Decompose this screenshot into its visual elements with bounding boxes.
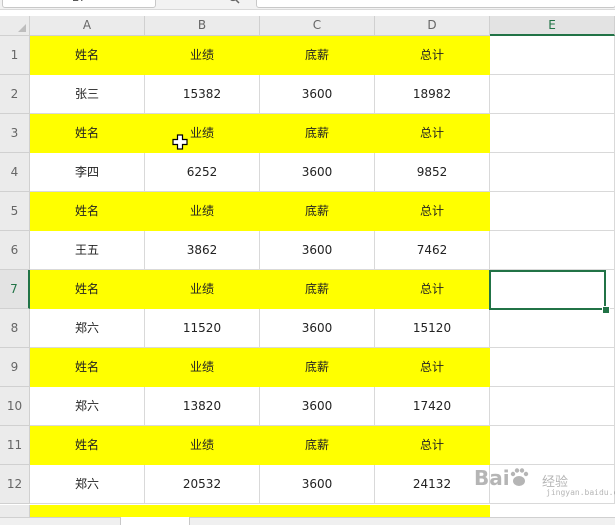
cell-c2[interactable]: 3600: [260, 75, 375, 114]
cell-b12[interactable]: 20532: [145, 465, 260, 504]
zoom-icon[interactable]: [228, 0, 242, 4]
cell-a12[interactable]: 郑六: [30, 465, 145, 504]
cell-c5[interactable]: 底薪: [260, 192, 375, 231]
cell-d1[interactable]: 总计: [375, 36, 490, 75]
cell-e1[interactable]: [490, 36, 615, 75]
cell-d5[interactable]: 总计: [375, 192, 490, 231]
watermark-url: jingyan.baidu.com: [546, 488, 615, 497]
cell-e11[interactable]: [490, 426, 615, 465]
cell-c4[interactable]: 3600: [260, 153, 375, 192]
cell-b10[interactable]: 13820: [145, 387, 260, 426]
cell-d4[interactable]: 9852: [375, 153, 490, 192]
watermark-brand: Bai: [474, 466, 510, 490]
baidu-watermark: Bai 经验 jingyan.baidu.com: [468, 462, 615, 502]
cell-a7[interactable]: 姓名: [30, 270, 145, 309]
cell-d8[interactable]: 15120: [375, 309, 490, 348]
formula-icons: fx: [228, 0, 258, 10]
row-header-3[interactable]: 3: [0, 114, 30, 153]
column-header-c[interactable]: C: [260, 16, 375, 36]
row-header-12[interactable]: 12: [0, 465, 30, 504]
cell-e8[interactable]: [490, 309, 615, 348]
column-header-e[interactable]: E: [490, 16, 615, 36]
cell-a4[interactable]: 李四: [30, 153, 145, 192]
sheet-tab[interactable]: [120, 517, 190, 525]
cell-b6[interactable]: 3862: [145, 231, 260, 270]
cell-d10[interactable]: 17420: [375, 387, 490, 426]
cell-a8[interactable]: 郑六: [30, 309, 145, 348]
cell-a9[interactable]: 姓名: [30, 348, 145, 387]
column-header-d[interactable]: D: [375, 16, 490, 36]
cell-a5[interactable]: 姓名: [30, 192, 145, 231]
cell-d3[interactable]: 总计: [375, 114, 490, 153]
active-cell-outline[interactable]: [489, 270, 606, 310]
cell-b1[interactable]: 业绩: [145, 36, 260, 75]
cell-c9[interactable]: 底薪: [260, 348, 375, 387]
sheet-tab-bar: [0, 517, 615, 525]
cell-b5[interactable]: 业绩: [145, 192, 260, 231]
row-header-6[interactable]: 6: [0, 231, 30, 270]
row-header-5[interactable]: 5: [0, 192, 30, 231]
row-header-1[interactable]: 1: [0, 36, 30, 75]
cell-b9[interactable]: 业绩: [145, 348, 260, 387]
fill-handle[interactable]: [602, 306, 610, 314]
select-all-triangle-icon: [18, 24, 26, 32]
cell-e5[interactable]: [490, 192, 615, 231]
cell-c7[interactable]: 底薪: [260, 270, 375, 309]
cell-e2[interactable]: [490, 75, 615, 114]
cell-d11[interactable]: 总计: [375, 426, 490, 465]
row-header-4[interactable]: 4: [0, 153, 30, 192]
cell-c8[interactable]: 3600: [260, 309, 375, 348]
name-box[interactable]: E7: [2, 0, 156, 8]
cell-c3[interactable]: 底薪: [260, 114, 375, 153]
paw-logo-icon: [510, 468, 529, 486]
cell-e9[interactable]: [490, 348, 615, 387]
cell-a6[interactable]: 王五: [30, 231, 145, 270]
cell-c11[interactable]: 底薪: [260, 426, 375, 465]
cell-d9[interactable]: 总计: [375, 348, 490, 387]
cell-a10[interactable]: 郑六: [30, 387, 145, 426]
row-header-9[interactable]: 9: [0, 348, 30, 387]
select-all-button[interactable]: [0, 16, 30, 36]
cell-b4[interactable]: 6252: [145, 153, 260, 192]
cell-e10[interactable]: [490, 387, 615, 426]
formula-input[interactable]: [256, 0, 615, 8]
row-header-10[interactable]: 10: [0, 387, 30, 426]
row-header-8[interactable]: 8: [0, 309, 30, 348]
cell-a11[interactable]: 姓名: [30, 426, 145, 465]
cell-b11[interactable]: 业绩: [145, 426, 260, 465]
fx-icon[interactable]: fx: [244, 0, 253, 3]
cell-a3[interactable]: 姓名: [30, 114, 145, 153]
cell-b3[interactable]: 业绩: [145, 114, 260, 153]
cell-e6[interactable]: [490, 231, 615, 270]
column-header-a[interactable]: A: [30, 16, 145, 36]
cross-cursor-icon: [172, 134, 188, 150]
cell-d7[interactable]: 总计: [375, 270, 490, 309]
cell-e3[interactable]: [490, 114, 615, 153]
row-header-7[interactable]: 7: [0, 270, 30, 309]
cell-e4[interactable]: [490, 153, 615, 192]
column-header-b[interactable]: B: [145, 16, 260, 36]
cell-d6[interactable]: 7462: [375, 231, 490, 270]
cell-d2[interactable]: 18982: [375, 75, 490, 114]
cell-c1[interactable]: 底薪: [260, 36, 375, 75]
cell-c6[interactable]: 3600: [260, 231, 375, 270]
row-header-11[interactable]: 11: [0, 426, 30, 465]
cell-c10[interactable]: 3600: [260, 387, 375, 426]
cell-b7[interactable]: 业绩: [145, 270, 260, 309]
cell-c12[interactable]: 3600: [260, 465, 375, 504]
cell-b2[interactable]: 15382: [145, 75, 260, 114]
row-header-2[interactable]: 2: [0, 75, 30, 114]
cell-a2[interactable]: 张三: [30, 75, 145, 114]
cell-b8[interactable]: 11520: [145, 309, 260, 348]
cell-a1[interactable]: 姓名: [30, 36, 145, 75]
